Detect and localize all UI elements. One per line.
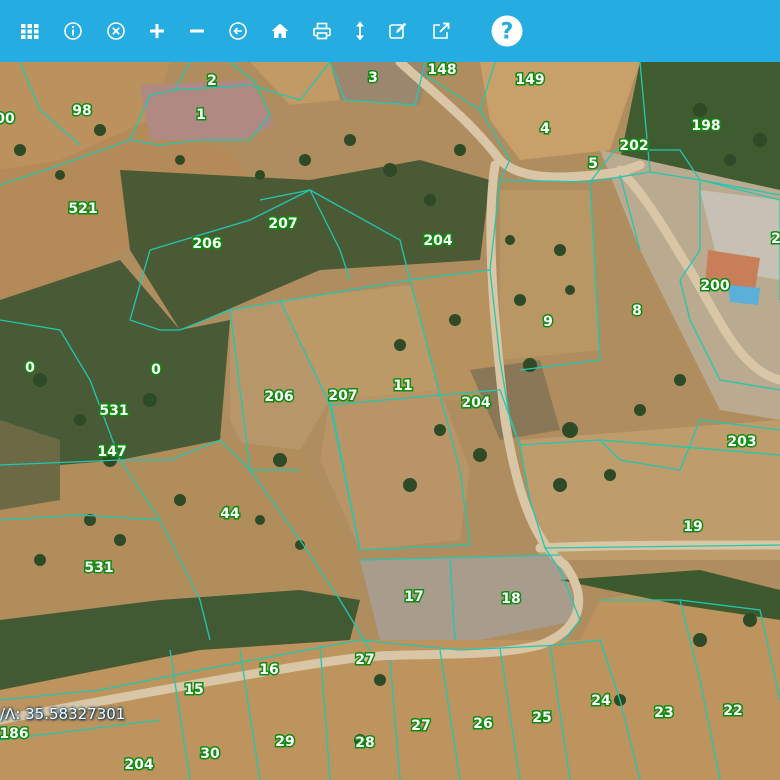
parcel-label[interactable]: 203 [726,433,758,452]
parcel-label[interactable]: 204 [460,394,492,413]
plus-icon [150,24,164,38]
zoom-out-button[interactable] [179,13,215,49]
info-button[interactable] [55,13,91,49]
print-button[interactable] [304,13,340,49]
parcel-label[interactable]: 27 [354,651,376,670]
close-circle-icon [107,22,125,40]
parcel-label[interactable]: 23 [653,704,675,723]
parcel-label[interactable]: 98 [71,102,93,121]
parcel-label[interactable]: 521 [67,200,99,219]
vertical-arrows-icon [356,21,364,41]
parcel-label[interactable]: 25 [531,709,553,728]
parcel-label[interactable]: 148 [426,62,458,80]
parcel-label[interactable]: 11 [392,377,414,396]
zoom-in-button[interactable] [139,13,175,49]
coordinate-readout: /Λ: 35.58327301 [0,705,126,723]
parcel-label[interactable]: 8 [631,302,644,321]
parcel-label[interactable]: 0 [150,361,163,380]
parcel-label[interactable]: 206 [263,388,295,407]
parcel-label[interactable]: 26 [472,715,494,734]
home-icon [271,23,289,38]
parcel-label[interactable]: 200 [699,277,731,296]
parcel-label[interactable]: 202 [618,137,650,156]
help-button[interactable]: ? [489,13,525,49]
minus-icon [190,29,204,33]
parcel-label[interactable]: 149 [514,71,546,90]
external-link-button[interactable] [423,13,459,49]
home-button[interactable] [262,13,298,49]
parcel-label[interactable]: 16 [258,661,280,680]
parcel-label[interactable]: 204 [123,756,155,775]
printer-icon [313,22,331,40]
info-icon [64,22,82,40]
parcel-label[interactable]: 15 [183,681,205,700]
parcel-label[interactable]: 1 [195,106,208,125]
parcel-label[interactable]: 9 [542,313,555,332]
edit-button[interactable] [380,13,416,49]
parcel-label[interactable]: 204 [422,232,454,251]
parcel-label[interactable]: 27 [410,717,432,736]
parcel-label[interactable]: 24 [590,692,613,711]
toolbar: ? [0,0,780,62]
parcel-label[interactable]: 531 [98,402,130,421]
parcel-label[interactable]: 206 [191,235,223,254]
parcel-label[interactable]: 19 [682,518,704,537]
parcel-label[interactable]: 0 [24,359,37,378]
aerial-map[interactable]: 00 98 2 1 3 148 149 4 198 202 5 521 207 … [0,62,780,780]
parcel-label[interactable]: 207 [327,387,359,406]
external-link-icon [433,22,450,39]
parcel-label[interactable]: 17 [403,588,425,607]
svg-text:?: ? [501,20,514,45]
parcel-label[interactable]: 3 [367,69,380,88]
arrow-left-circle-icon [229,22,247,40]
clear-button[interactable] [98,13,134,49]
parcel-label[interactable]: 147 [96,443,128,462]
parcel-label[interactable]: 207 [267,215,299,234]
layers-grid-button[interactable] [12,13,48,49]
parcel-label[interactable]: 186 [0,725,30,744]
question-circle-icon: ? [491,15,523,47]
map-app: ? 00 98 2 1 3 148 149 4 198 202 5 521 20… [0,0,780,780]
parcel-label[interactable]: 00 [0,110,16,129]
grid-icon [21,24,39,39]
parcel-label[interactable]: 531 [83,559,115,578]
parcel-label[interactable]: 198 [690,117,722,136]
edit-icon [389,22,407,39]
back-button[interactable] [220,13,256,49]
parcel-label[interactable]: 22 [722,702,744,721]
parcel-label[interactable]: 2 [770,230,780,249]
parcel-label[interactable]: 4 [539,120,552,139]
parcel-label[interactable]: 28 [354,734,376,753]
parcel-label[interactable]: 5 [587,155,600,174]
parcel-label[interactable]: 44 [219,505,242,524]
parcel-label[interactable]: 29 [274,733,296,752]
parcel-label[interactable]: 30 [199,745,222,764]
measure-button[interactable] [342,13,378,49]
parcel-label[interactable]: 2 [206,72,219,91]
parcel-label[interactable]: 18 [500,590,522,609]
